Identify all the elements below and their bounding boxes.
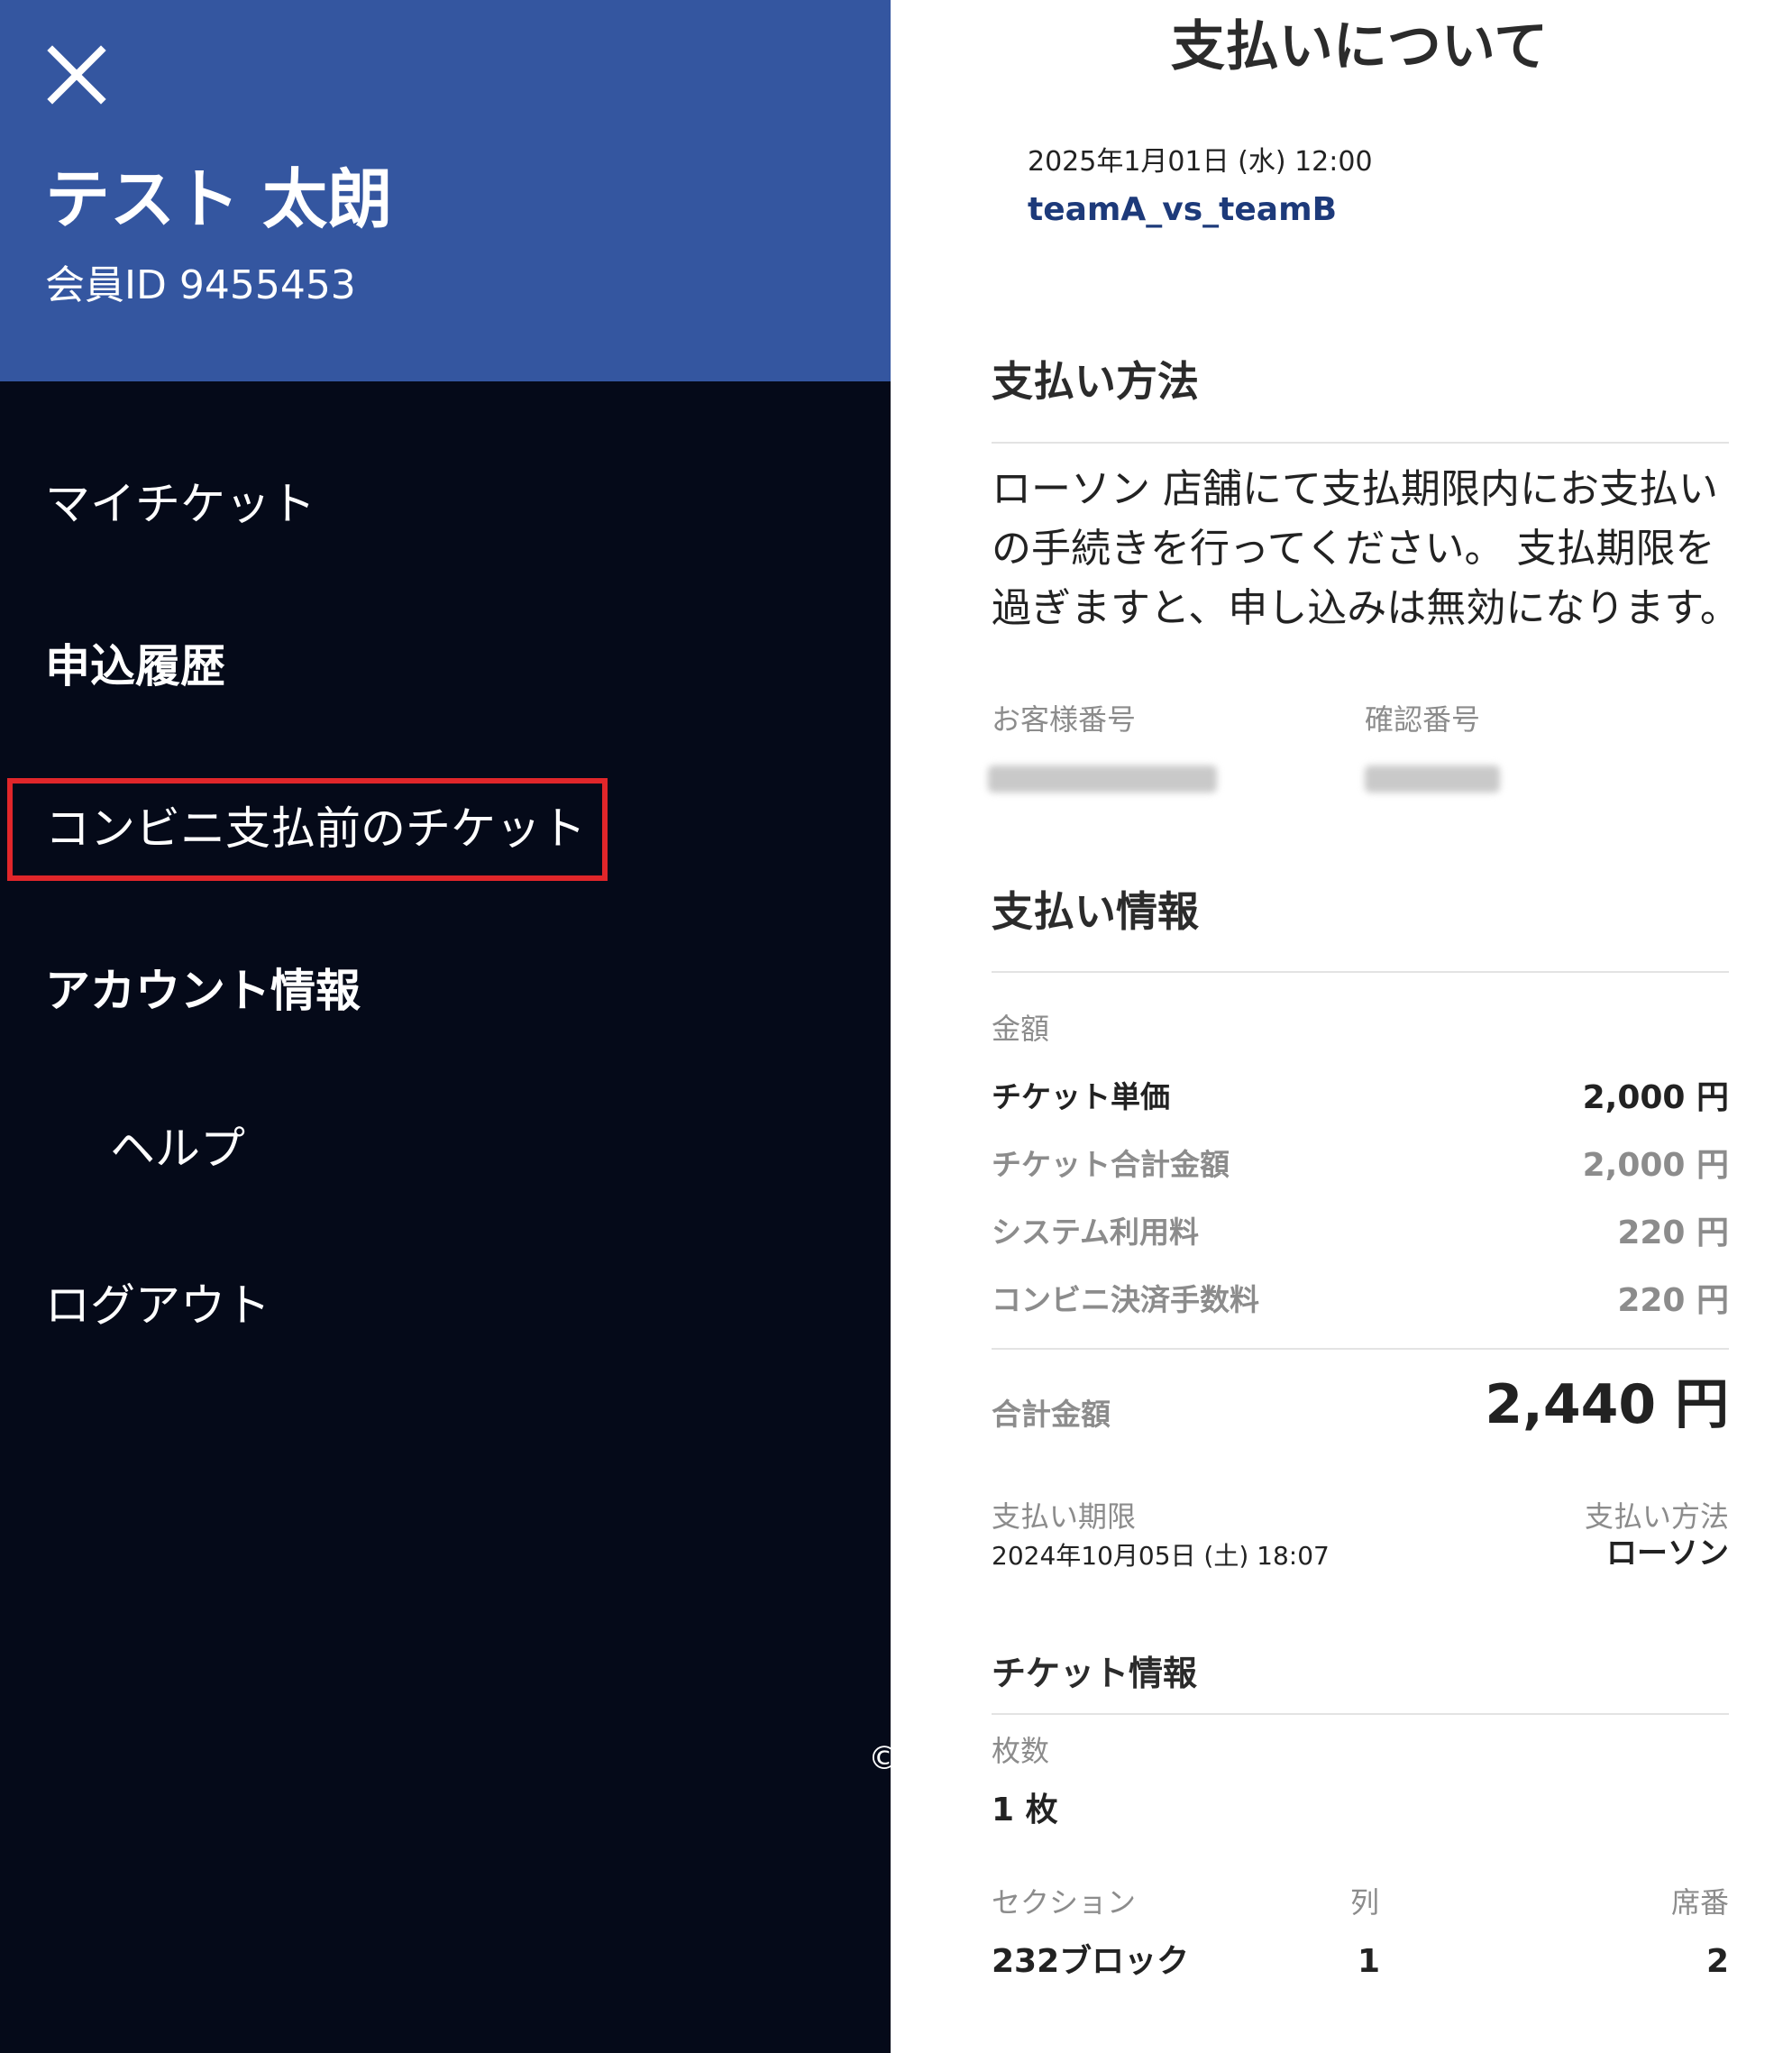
ticket-total-label: チケット合計金額 — [992, 1147, 1230, 1182]
seat-label: 席番 — [1670, 1885, 1729, 1920]
convenience-fee-value: 220 円 — [1617, 1282, 1729, 1319]
confirmation-number-redacted — [1365, 765, 1500, 793]
ticket-count-value: 1 枚 — [992, 1792, 1058, 1828]
deadline-label: 支払い期限 — [992, 1499, 1137, 1534]
section-label: セクション — [992, 1885, 1137, 1920]
customer-number-label: お客様番号 — [992, 702, 1137, 737]
page-title: 支払いについて — [1170, 15, 1549, 78]
event-name-link[interactable]: teamA_vs_teamB — [1028, 194, 1337, 226]
grand-total-label: 合計金額 — [992, 1397, 1111, 1432]
nav-item-application-history[interactable]: 申込履歴 — [45, 644, 225, 689]
row-label: 列 — [1350, 1885, 1380, 1920]
system-fee-value: 220 円 — [1617, 1214, 1729, 1251]
close-button[interactable] — [45, 43, 108, 106]
unit-price-label: チケット単価 — [992, 1079, 1170, 1114]
payment-info-heading: 支払い情報 — [992, 887, 1199, 936]
section-value: 232ブロック — [992, 1943, 1190, 1980]
user-name: テスト 太朗 — [45, 161, 393, 237]
deadline-value: 2024年10月05日 (土) 18:07 — [992, 1541, 1330, 1571]
close-icon[interactable] — [45, 43, 108, 106]
grand-total-value: 2,440 円 — [1485, 1373, 1729, 1436]
nav-item-logout[interactable]: ログアウト — [45, 1283, 270, 1328]
payment-method-heading: 支払い方法 — [992, 357, 1199, 406]
amount-label: 金額 — [992, 1012, 1050, 1046]
payment-method-label: 支払い方法 — [1584, 1499, 1729, 1534]
drawer-header: テスト 太朗 会員ID 9455453 — [0, 0, 891, 381]
confirmation-number-label: 確認番号 — [1365, 702, 1481, 737]
member-id: 会員ID 9455453 — [45, 262, 356, 308]
payment-method-description: ローソン 店舗にて支払期限内にお支払いの手続きを行ってください。 支払期限を過ぎ… — [992, 466, 1740, 631]
divider — [992, 1713, 1729, 1715]
ticket-total-value: 2,000 円 — [1582, 1147, 1729, 1184]
payment-method-value: ローソン — [1606, 1535, 1729, 1572]
navigation-drawer: テスト 太朗 会員ID 9455453 マイチケット 申込履歴 コンビニ支払前の… — [0, 0, 891, 2053]
divider — [992, 1348, 1729, 1350]
payment-details-panel: 支払いについて 2025年1月01日 (水) 12:00 teamA_vs_te… — [891, 0, 1792, 2053]
ticket-info-heading: チケット情報 — [992, 1654, 1198, 1693]
nav-item-my-tickets[interactable]: マイチケット — [45, 481, 315, 527]
divider — [992, 971, 1729, 973]
ticket-count-label: 枚数 — [992, 1734, 1050, 1768]
seat-value: 2 — [1705, 1943, 1729, 1980]
convenience-fee-label: コンビニ決済手数料 — [992, 1282, 1259, 1317]
copyright-glyph: © — [868, 1740, 891, 1777]
nav-item-help[interactable]: ヘルプ — [110, 1126, 245, 1171]
nav-item-unpaid-convenience-tickets[interactable]: コンビニ支払前のチケット — [45, 806, 586, 851]
nav-item-account-info[interactable]: アカウント情報 — [45, 968, 361, 1013]
event-date: 2025年1月01日 (水) 12:00 — [1028, 146, 1373, 178]
system-fee-label: システム利用料 — [992, 1214, 1200, 1250]
unit-price-value: 2,000 円 — [1582, 1079, 1729, 1116]
row-value: 1 — [1358, 1943, 1381, 1980]
customer-number-redacted — [988, 765, 1217, 793]
divider — [992, 442, 1729, 444]
